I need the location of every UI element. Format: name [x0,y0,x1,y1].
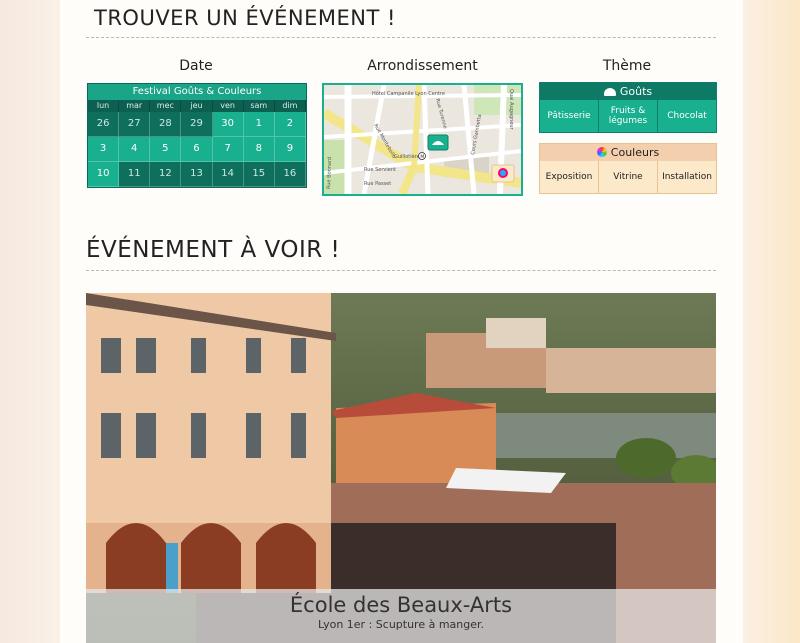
couleurs-header[interactable]: Couleurs [540,144,716,161]
calendar-day[interactable]: 15 [243,162,275,187]
calendar-day[interactable]: 5 [150,137,182,162]
theme-option-chocolat[interactable]: Chocolat [658,100,716,132]
theme-couleurs: Couleurs Exposition Vitrine Installation [539,143,717,194]
calendar-day[interactable]: 1 [243,112,275,137]
event-calendar: Festival Goûts & Couleurs lun mar mec je… [87,83,307,188]
cake-icon [603,88,616,96]
day-of-week: jeu [181,100,213,112]
map-label: Hôtel Campanile Lyon Centre [372,90,445,97]
theme-option-fruits-legumes[interactable]: Fruits & légumes [599,100,658,132]
day-of-week: lun [88,100,120,112]
find-event-title: TROUVER UN ÉVÉNEMENT ! [94,6,396,30]
calendar-day[interactable]: 29 [181,112,213,137]
theme-option-vitrine[interactable]: Vitrine [599,161,658,193]
divider [86,37,716,38]
map-label: Guillotière [394,153,420,160]
calendar-day[interactable]: 16 [274,162,306,187]
calendar-day[interactable]: 13 [181,162,213,187]
day-of-week: mar [119,100,151,112]
gouts-label: Goûts [619,85,653,98]
calendar-day[interactable]: 27 [119,112,151,137]
calendar-day[interactable]: 10 [88,162,120,187]
map-marker-couleurs-icon[interactable] [491,164,515,183]
arrondissement-map[interactable]: Hôtel Campanile Lyon Centre Rue Montebel… [322,83,523,196]
theme-gouts: Goûts Pâtisserie Fruits & légumes Chocol… [539,82,717,133]
map-label: Rue Servient [364,167,396,173]
svg-text:M: M [420,154,424,160]
event-to-see-title: ÉVÉNEMENT À VOIR ! [86,237,341,263]
theme-title: Thème [602,58,652,74]
map-label: Quai Augagneur [508,89,514,131]
day-of-week: mec [150,100,182,112]
calendar-day[interactable]: 30 [212,112,244,137]
arrondissement-title: Arrondissement [367,58,478,74]
day-of-week: sam [243,100,275,112]
calendar-header: Festival Goûts & Couleurs [88,84,306,100]
date-title: Date [179,58,213,74]
calendar-day[interactable]: 28 [150,112,182,137]
color-wheel-icon [596,147,607,157]
day-of-week: ven [212,100,244,112]
couleurs-label: Couleurs [610,146,660,159]
calendar-day[interactable]: 12 [150,162,182,187]
map-label: Rue Passet [364,181,391,187]
theme-option-exposition[interactable]: Exposition [540,161,599,193]
theme-option-installation[interactable]: Installation [658,161,716,193]
calendar-day[interactable]: 11 [119,162,151,187]
map-marker-gouts-icon[interactable] [427,134,449,151]
theme-option-patisserie[interactable]: Pâtisserie [540,100,599,132]
map-graphic: Hôtel Campanile Lyon Centre Rue Montebel… [324,85,521,194]
calendar-day[interactable]: 9 [274,137,306,162]
calendar-day[interactable]: 6 [181,137,213,162]
gouts-header[interactable]: Goûts [540,83,716,100]
photo-caption: École des Beaux-Arts Lyon 1er : Scupture… [86,589,716,643]
calendar-day[interactable]: 26 [88,112,120,137]
calendar-day[interactable]: 4 [119,137,151,162]
calendar-grid: lun mar mec jeu ven sam dim 26 27 28 29 … [88,100,306,187]
event-photo[interactable]: École des Beaux-Arts Lyon 1er : Scupture… [86,293,716,643]
photo-caption-title: École des Beaux-Arts [289,593,513,617]
photo-caption-subtitle: Lyon 1er : Scupture à manger. [317,618,485,631]
metro-icon: M [418,152,426,160]
map-label: Rue Bonnard [326,157,333,189]
calendar-day[interactable]: 8 [243,137,275,162]
calendar-day[interactable]: 14 [212,162,244,187]
calendar-day[interactable]: 7 [212,137,244,162]
divider [86,270,716,271]
calendar-day[interactable]: 3 [88,137,120,162]
page-container: TROUVER UN ÉVÉNEMENT ! Date Arrondisseme… [60,0,743,643]
day-of-week: dim [274,100,306,112]
calendar-day[interactable]: 2 [274,112,306,137]
